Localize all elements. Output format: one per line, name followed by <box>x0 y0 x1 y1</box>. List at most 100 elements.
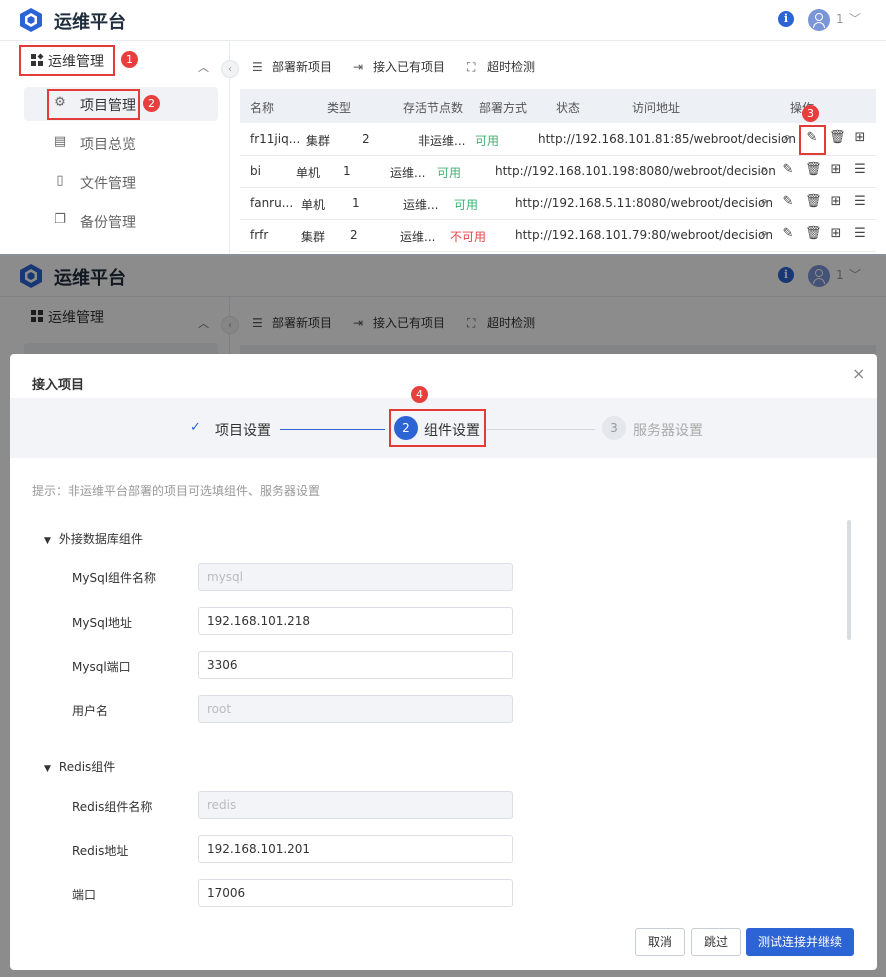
overview-icon: ▤ <box>53 134 67 149</box>
list-icon[interactable]: ☰ <box>853 227 867 241</box>
redis-component-name-input: redis <box>198 791 513 819</box>
table-row[interactable]: frfr 集群 2 运维... 不可用 http://192.168.101.7… <box>240 220 876 252</box>
chevron-up-icon[interactable]: ︿ <box>198 59 209 75</box>
col-status: 状态 <box>556 101 581 115</box>
edit-icon[interactable]: ✎ <box>781 163 795 177</box>
list-icon[interactable]: ☰ <box>853 195 867 209</box>
platform-logo-icon <box>20 8 42 32</box>
cell-status: 可用 <box>454 198 479 212</box>
triangle-down-icon: ▼ <box>44 536 51 546</box>
import-project-button[interactable]: ⇥ 接入已有项目 <box>353 58 445 75</box>
table-row[interactable]: fanru... 单机 1 运维... 可用 http://192.168.5.… <box>240 188 876 220</box>
cell-status: 可用 <box>437 166 462 180</box>
table-row[interactable]: bi 单机 1 运维... 可用 http://192.168.101.198:… <box>240 156 876 188</box>
sidebar-item-file-management[interactable]: ▯ 文件管理 <box>24 165 218 199</box>
annotation-badge-3: 3 <box>802 105 819 122</box>
user-avatar-icon[interactable] <box>808 9 830 31</box>
cell-name: fanru... <box>250 196 294 210</box>
collapse-sidebar-icon[interactable]: ‹ <box>221 60 239 78</box>
field-label: MySql组件名称 <box>72 571 157 585</box>
file-icon: ▯ <box>56 173 64 188</box>
mysql-component-name-input: mysql <box>198 563 513 591</box>
step-connector <box>487 429 595 430</box>
view-log-icon[interactable]: ⌕ <box>757 227 771 241</box>
cell-type: 单机 <box>296 166 321 180</box>
annotation-badge-1: 1 <box>121 51 138 68</box>
delete-icon[interactable]: 🗑 <box>805 195 822 209</box>
cell-url[interactable]: http://192.168.101.79:80/webroot/decisio… <box>515 228 773 242</box>
login-icon: ⇥ <box>353 60 364 74</box>
step-project-settings[interactable]: 项目设置 <box>215 420 271 440</box>
mysql-port-input[interactable]: 3306 <box>198 651 513 679</box>
cell-name: frfr <box>250 228 269 242</box>
user-name[interactable]: 1 <box>836 12 844 26</box>
annotation-box-2 <box>47 89 140 120</box>
col-url: 访问地址 <box>632 101 681 115</box>
test-connection-continue-button[interactable]: 测试连接并继续 <box>746 928 854 956</box>
edit-icon[interactable]: ✎ <box>781 227 795 241</box>
hint-text: 提示：非运维平台部署的项目可选填组件、服务器设置 <box>32 484 321 498</box>
delete-icon[interactable]: 🗑 <box>805 227 822 241</box>
field-label: Mysql端口 <box>72 660 131 674</box>
field-label: 端口 <box>72 888 97 902</box>
annotation-box-4 <box>389 409 486 447</box>
col-nodes: 存活节点数 <box>403 101 464 115</box>
import-project-modal: 接入项目 × ✓ 项目设置 2 组件设置 3 服务器设置 4 提示：非运维平台部… <box>10 354 877 970</box>
delete-icon[interactable]: 🗑 <box>829 131 846 145</box>
deploy-new-project-button[interactable]: ☰ 部署新项目 <box>252 58 332 75</box>
skip-button[interactable]: 跳过 <box>691 928 741 956</box>
mysql-address-input[interactable]: 192.168.101.218 <box>198 607 513 635</box>
section-redis[interactable]: ▼ Redis组件 <box>44 758 115 775</box>
section-title: 外接数据库组件 <box>58 532 143 546</box>
edit-icon[interactable]: ✎ <box>781 195 795 209</box>
step-server-settings[interactable]: 服务器设置 <box>633 420 703 440</box>
topology-icon[interactable]: ⊞ <box>829 195 843 209</box>
topology-icon[interactable]: ⊞ <box>829 163 843 177</box>
cancel-button[interactable]: 取消 <box>635 928 685 956</box>
topology-icon[interactable]: ⊞ <box>829 227 843 241</box>
step-number-3: 3 <box>602 416 626 440</box>
col-name: 名称 <box>250 101 275 115</box>
redis-port-input[interactable]: 17006 <box>198 879 513 907</box>
step-connector <box>280 429 385 430</box>
sidebar-item-label: 文件管理 <box>80 176 136 192</box>
sidebar-item-backup-management[interactable]: ❐ 备份管理 <box>24 204 218 238</box>
username-input: root <box>198 695 513 723</box>
timeout-check-button[interactable]: ⛶ 超时检测 <box>467 58 535 75</box>
field-label: MySql地址 <box>72 616 133 630</box>
view-log-icon[interactable]: ⌕ <box>780 131 794 145</box>
cell-deploy: 运维... <box>403 198 439 212</box>
backup-icon: ❐ <box>54 212 66 227</box>
topology-icon[interactable]: ⊞ <box>853 131 867 145</box>
app-header: 运维平台 i 1 ﹀ <box>0 0 886 41</box>
cell-type: 集群 <box>301 230 326 244</box>
redis-address-input[interactable]: 192.168.101.201 <box>198 835 513 863</box>
annotation-box-1 <box>19 45 115 76</box>
view-log-icon[interactable]: ⌕ <box>757 195 771 209</box>
cell-name: bi <box>250 164 261 178</box>
section-external-db[interactable]: ▼ 外接数据库组件 <box>44 530 143 547</box>
cell-url[interactable]: http://192.168.5.11:8080/webroot/decisio… <box>515 196 773 210</box>
annotation-badge-2: 2 <box>143 95 160 112</box>
sidebar-item-label: 项目总览 <box>80 137 136 153</box>
delete-icon[interactable]: 🗑 <box>805 163 822 177</box>
cell-url[interactable]: http://192.168.101.81:85/webroot/decisio… <box>538 132 796 146</box>
table-row[interactable]: fr11jiq... 集群 2 非运维... 可用 http://192.168… <box>240 124 876 156</box>
close-icon[interactable]: × <box>852 364 865 383</box>
cell-nodes: 1 <box>343 164 351 178</box>
sidebar-item-project-overview[interactable]: ▤ 项目总览 <box>24 126 218 160</box>
info-icon[interactable]: i <box>778 11 794 27</box>
field-label: Redis组件名称 <box>72 800 153 814</box>
cell-deploy: 运维... <box>390 166 426 180</box>
server-icon: ☰ <box>252 60 263 74</box>
chevron-down-icon[interactable]: ﹀ <box>849 10 861 27</box>
table-header: 名称 类型 存活节点数 部署方式 状态 访问地址 操作 <box>240 89 876 123</box>
view-log-icon[interactable]: ⌕ <box>757 163 771 177</box>
list-icon[interactable]: ☰ <box>853 163 867 177</box>
cell-nodes: 1 <box>352 196 360 210</box>
section-title: Redis组件 <box>58 760 116 774</box>
cell-url[interactable]: http://192.168.101.198:8080/webroot/deci… <box>495 164 776 178</box>
scrollbar[interactable] <box>847 520 851 640</box>
annotation-box-3 <box>799 125 826 155</box>
triangle-down-icon: ▼ <box>44 764 51 774</box>
